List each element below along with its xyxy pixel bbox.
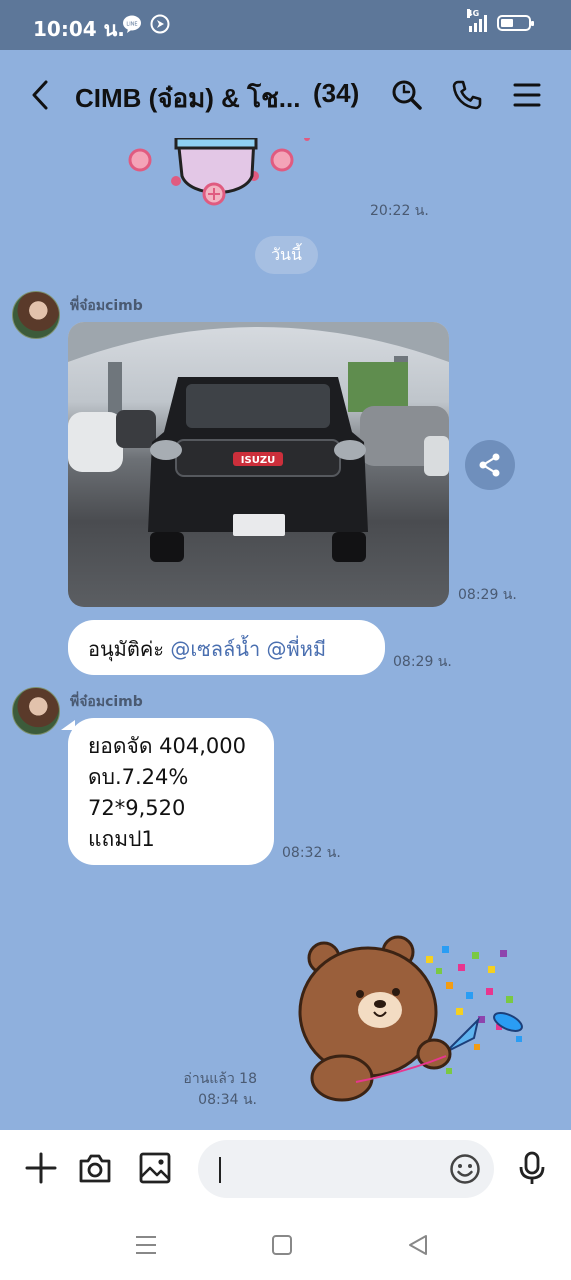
sticker-message[interactable] xyxy=(124,138,314,208)
member-count: (34) xyxy=(313,78,360,108)
sender-name: พี่จ๋อมcimb xyxy=(70,694,143,710)
message-time: 08:29 น. xyxy=(458,587,517,603)
input-bar xyxy=(0,1130,571,1208)
text-message[interactable]: ยอดจัด 404,000 ดบ.7.24% 72*9,520 แถมป1 xyxy=(61,718,274,865)
car-badge: ISUZU xyxy=(241,455,275,466)
microphone-icon[interactable] xyxy=(514,1150,550,1186)
text-cursor xyxy=(219,1157,221,1183)
group-title[interactable]: CIMB (จ๋อม) & โช... xyxy=(75,78,305,119)
image-message[interactable]: ISUZU xyxy=(68,322,449,607)
network-label: 4G xyxy=(467,9,480,18)
status-bar: 10:04 น. LINE 4G xyxy=(0,0,571,50)
message-line: แถมป1 xyxy=(88,827,155,851)
read-receipt: อ่านแล้ว 18 08:34 น. xyxy=(181,1069,257,1111)
mention-link[interactable]: @เซลล์น้ำ xyxy=(170,637,260,661)
back-arrow-icon[interactable] xyxy=(26,78,56,112)
phone-icon[interactable] xyxy=(450,78,484,112)
message-line: 72*9,520 xyxy=(88,796,186,820)
message-time: 08:34 น. xyxy=(198,1092,257,1108)
share-button[interactable] xyxy=(465,440,515,490)
message-text: อนุมัติค่ะ xyxy=(88,637,171,661)
status-right: 4G xyxy=(467,9,534,32)
camera-icon[interactable] xyxy=(77,1150,113,1186)
avatar[interactable] xyxy=(12,687,60,735)
status-notification-icons: LINE xyxy=(122,14,170,34)
system-nav-bar xyxy=(0,1208,571,1280)
read-count: อ่านแล้ว 18 xyxy=(183,1071,257,1087)
share-icon xyxy=(479,453,500,477)
message-time: 20:22 น. xyxy=(370,203,429,219)
svg-text:LINE: LINE xyxy=(126,22,137,28)
text-message[interactable]: อนุมัติค่ะ @เซลล์น้ำ @พี่หมี xyxy=(68,620,385,675)
bear-sticker[interactable] xyxy=(296,932,536,1102)
message-time: 08:32 น. xyxy=(282,845,341,861)
status-time: 10:04 น. xyxy=(33,17,125,41)
chat-area[interactable]: 20:22 น. วันนี้ พี่จ๋อมcimb ISUZU 08:29 … xyxy=(0,138,571,1130)
mention-link[interactable]: @พี่หมี xyxy=(260,637,327,661)
home-icon[interactable] xyxy=(270,1234,294,1256)
signal-icon: 4G xyxy=(467,9,487,32)
image-icon[interactable] xyxy=(137,1150,173,1186)
message-line: ยอดจัด 404,000 xyxy=(88,734,247,758)
car-photo: ISUZU xyxy=(68,322,449,562)
avatar[interactable] xyxy=(12,291,60,339)
battery-icon xyxy=(497,15,534,31)
chat-header: CIMB (จ๋อม) & โช... (34) xyxy=(0,50,571,138)
plus-icon[interactable] xyxy=(23,1150,59,1186)
sender-name: พี่จ๋อมcimb xyxy=(70,298,143,314)
message-time: 08:29 น. xyxy=(393,654,452,670)
message-line: ดบ.7.24% xyxy=(88,765,189,789)
message-input[interactable] xyxy=(198,1140,494,1198)
line-app-icon: LINE xyxy=(123,15,141,33)
navigation-icon xyxy=(150,14,170,34)
menu-icon[interactable] xyxy=(510,78,544,112)
date-divider: วันนี้ xyxy=(255,236,318,274)
search-icon[interactable] xyxy=(390,78,424,112)
emoji-icon[interactable] xyxy=(449,1153,481,1185)
recent-apps-icon[interactable] xyxy=(134,1234,158,1256)
back-nav-icon[interactable] xyxy=(406,1234,430,1256)
